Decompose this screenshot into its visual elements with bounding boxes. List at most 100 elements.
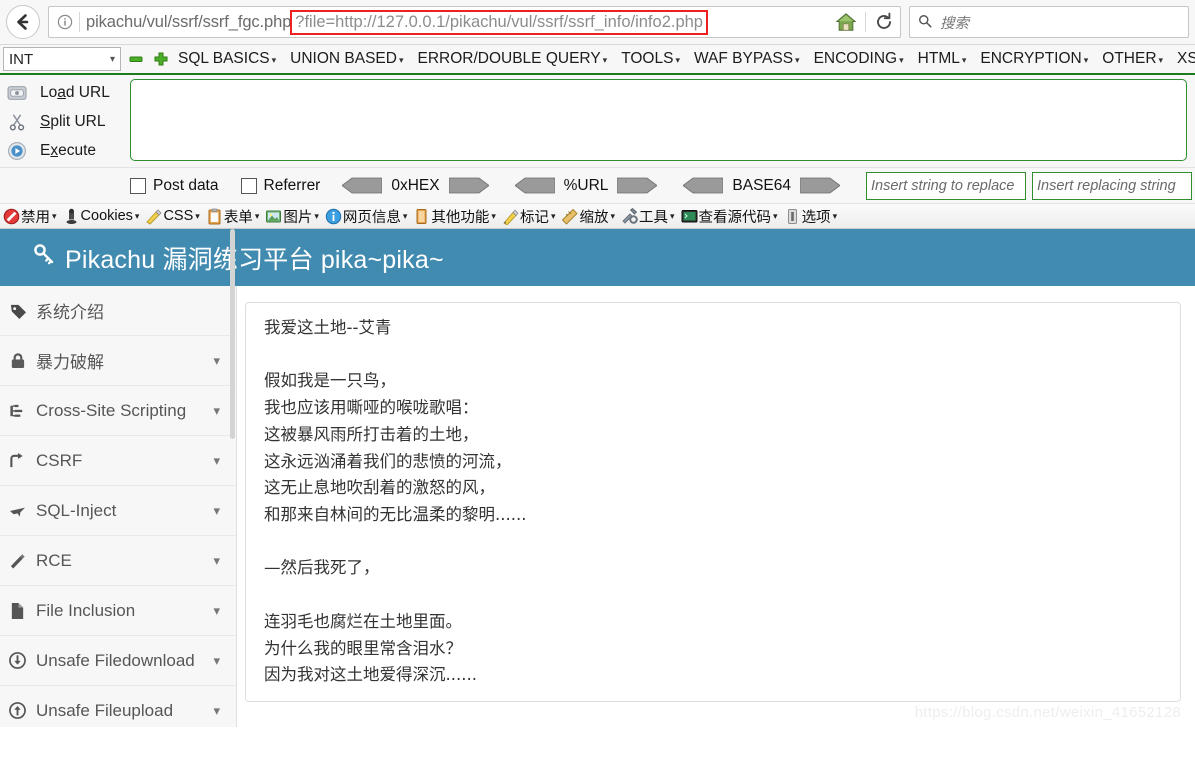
options-icon bbox=[787, 208, 797, 224]
chevron-down-icon[interactable]: ▾ bbox=[213, 603, 220, 619]
sidebar-item-label: Unsafe Filedownload bbox=[36, 650, 195, 670]
sidebar-item-rce[interactable]: RCE ▾ bbox=[0, 536, 236, 586]
sidebar-item-sql-inject[interactable]: SQL-Inject ▾ bbox=[0, 486, 236, 536]
hackbar-menu-item[interactable]: ENCODING ▾ bbox=[807, 50, 911, 68]
hackbar-encoder-list: 0xHEX %URL BASE64 bbox=[341, 176, 866, 195]
chevron-down-icon: ▾ bbox=[899, 55, 904, 65]
sidebar-item-csrf[interactable]: CSRF ▾ bbox=[0, 436, 236, 486]
sidebar-item-unsafe-fileupload[interactable]: Unsafe Fileupload ▾ bbox=[0, 686, 236, 727]
plus-icon[interactable] bbox=[151, 49, 171, 69]
home-icon[interactable] bbox=[833, 9, 859, 35]
search-bar[interactable]: 搜索 bbox=[909, 6, 1189, 38]
chevron-down-icon: ▾ bbox=[195, 210, 200, 221]
chevron-down-icon[interactable]: ▾ bbox=[213, 653, 220, 669]
encoder-label: BASE64 bbox=[732, 176, 792, 194]
devtoolbar-item[interactable]: 选项 ▾ bbox=[783, 206, 843, 227]
decode-arrow-button[interactable] bbox=[513, 177, 556, 194]
execute-label: Execute bbox=[40, 141, 97, 159]
referrer-checkbox-box[interactable] bbox=[240, 177, 257, 194]
devtoolbar-item[interactable]: 禁用 ▾ bbox=[2, 206, 62, 227]
devtoolbar-item[interactable]: 工具 ▾ bbox=[620, 206, 680, 227]
sidebar-item-label: Unsafe Fileupload bbox=[36, 700, 174, 720]
execute-button[interactable]: Execute bbox=[4, 136, 130, 165]
encode-arrow-button[interactable] bbox=[799, 177, 841, 194]
hackbar-menu-item[interactable]: OTHER ▾ bbox=[1095, 50, 1170, 68]
devtoolbar-item[interactable]: 查看源代码 ▾ bbox=[680, 206, 783, 227]
hackbar-menu-item-label: TOOLS bbox=[621, 50, 674, 67]
misc-icon bbox=[416, 208, 427, 224]
sidebar-item-[interactable]: 暴力破解 ▾ bbox=[0, 336, 236, 386]
hackbar-menu-item[interactable]: ENCRYPTION ▾ bbox=[973, 50, 1095, 68]
devtoolbar-item[interactable]: Cookies ▾ bbox=[62, 208, 145, 225]
devtoolbar-item[interactable]: 其他功能 ▾ bbox=[412, 206, 501, 227]
chevron-down-icon: ▾ bbox=[961, 55, 967, 65]
hackbar-menu-item-label: XSS bbox=[1177, 50, 1195, 67]
hackbar-menu-item[interactable]: HTML ▾ bbox=[911, 50, 974, 68]
search-input-placeholder[interactable]: 搜索 bbox=[940, 12, 969, 33]
sidebar-item-unsafe-filedownload[interactable]: Unsafe Filedownload ▾ bbox=[0, 636, 236, 686]
load-url-button[interactable]: Load URL bbox=[4, 78, 130, 107]
sidebar-scrollbar[interactable] bbox=[230, 229, 235, 439]
reload-icon[interactable] bbox=[872, 10, 896, 34]
post-data-checkbox-box[interactable] bbox=[130, 177, 146, 194]
devtoolbar-item[interactable]: 缩放 ▾ bbox=[560, 206, 620, 227]
forms-icon bbox=[208, 208, 221, 224]
page-info-icon[interactable] bbox=[55, 12, 75, 32]
devtoolbar-item[interactable]: 表单 ▾ bbox=[205, 206, 265, 227]
back-button[interactable] bbox=[6, 5, 40, 39]
hackbar-type-select[interactable]: INT ▾ bbox=[3, 47, 121, 71]
split-url-icon bbox=[4, 111, 30, 133]
decode-arrow-button[interactable] bbox=[682, 177, 724, 194]
chevron-down-icon[interactable]: ▾ bbox=[213, 703, 220, 719]
split-url-button[interactable]: Split URL bbox=[4, 107, 130, 136]
hackbar-menu-item-label: WAF BYPASS bbox=[693, 50, 794, 67]
chevron-down-icon: ▾ bbox=[134, 210, 140, 221]
chevron-down-icon[interactable]: ▾ bbox=[213, 403, 220, 419]
chevron-down-icon[interactable]: ▾ bbox=[213, 353, 220, 369]
replace-to-input[interactable]: Insert replacing string bbox=[1032, 171, 1193, 200]
download-circle-icon bbox=[6, 652, 28, 669]
chevron-down-icon: ▾ bbox=[271, 55, 277, 65]
view-source-icon bbox=[681, 209, 698, 222]
devtoolbar-item[interactable]: 图片 ▾ bbox=[264, 206, 324, 227]
hackbar-menu-item[interactable]: UNION BASED ▾ bbox=[283, 50, 410, 68]
address-bar[interactable]: pikachu/vul/ssrf/ssrf_fgc.php ?file=http… bbox=[48, 6, 901, 38]
encoder-group: BASE64 bbox=[682, 176, 841, 195]
hackbar-menu-item[interactable]: ERROR/DOUBLE QUERY ▾ bbox=[410, 50, 614, 68]
sidebar-item-file-inclusion[interactable]: File Inclusion ▾ bbox=[0, 586, 236, 636]
hackbar-menu-item-label: HTML bbox=[917, 50, 960, 67]
chevron-down-icon: ▾ bbox=[1083, 55, 1089, 65]
devtoolbar-item[interactable]: 标记 ▾ bbox=[501, 206, 561, 227]
replace-from-input[interactable]: Insert string to replace bbox=[866, 171, 1027, 200]
chevron-down-icon[interactable]: ▾ bbox=[213, 553, 220, 569]
hackbar-menu-item[interactable]: WAF BYPASS ▾ bbox=[687, 50, 807, 68]
hackbar-menu-item[interactable]: SQL BASICS ▾ bbox=[171, 50, 283, 68]
referrer-checkbox[interactable]: Referrer bbox=[240, 177, 320, 195]
chevron-down-icon[interactable]: ▾ bbox=[213, 503, 220, 519]
page-title: Pikachu 漏洞练习平台 pika~pika~ bbox=[32, 240, 444, 276]
encode-arrow-button[interactable] bbox=[448, 177, 490, 194]
sidebar-item-[interactable]: 系统介绍 bbox=[0, 286, 236, 336]
encoder-group: 0xHEX bbox=[341, 177, 490, 195]
encode-arrow-button[interactable] bbox=[617, 177, 659, 194]
url-highlighted-query: ?file=http://127.0.0.1/pikachu/vul/ssrf/… bbox=[290, 9, 708, 35]
post-data-label: Post data bbox=[153, 176, 219, 194]
chevron-down-icon[interactable]: ▾ bbox=[213, 453, 220, 469]
sidebar-item-label: File Inclusion bbox=[36, 600, 136, 620]
chevron-down-icon: ▾ bbox=[832, 210, 838, 221]
devtoolbar-item[interactable]: CSS ▾ bbox=[144, 208, 204, 225]
decode-arrow-button[interactable] bbox=[341, 177, 383, 194]
hackbar-url-textarea[interactable] bbox=[130, 79, 1187, 161]
devtoolbar-item[interactable]: 网页信息 ▾ bbox=[324, 206, 413, 227]
hackbar-menu-item[interactable]: TOOLS ▾ bbox=[614, 50, 687, 68]
upload-circle-icon bbox=[6, 702, 28, 719]
hackbar-menu-item[interactable]: XSS▾ bbox=[1170, 50, 1195, 68]
post-data-checkbox[interactable]: Post data bbox=[130, 177, 219, 195]
devtoolbar-item-label: CSS bbox=[163, 208, 194, 224]
disable-icon bbox=[3, 208, 20, 224]
content-panel: 我爱这土地--艾青 假如我是一只鸟， 我也应该用嘶哑的喉咙歌唱： 这被暴风雨所打… bbox=[245, 302, 1181, 703]
url-text-prefix: pikachu/vul/ssrf/ssrf_fgc.php bbox=[86, 12, 292, 31]
sidebar-item-cross-site-scripting[interactable]: Cross-Site Scripting ▾ bbox=[0, 386, 236, 436]
minus-icon[interactable] bbox=[126, 49, 146, 69]
devtoolbar-item-label: 其他功能 bbox=[431, 209, 490, 226]
